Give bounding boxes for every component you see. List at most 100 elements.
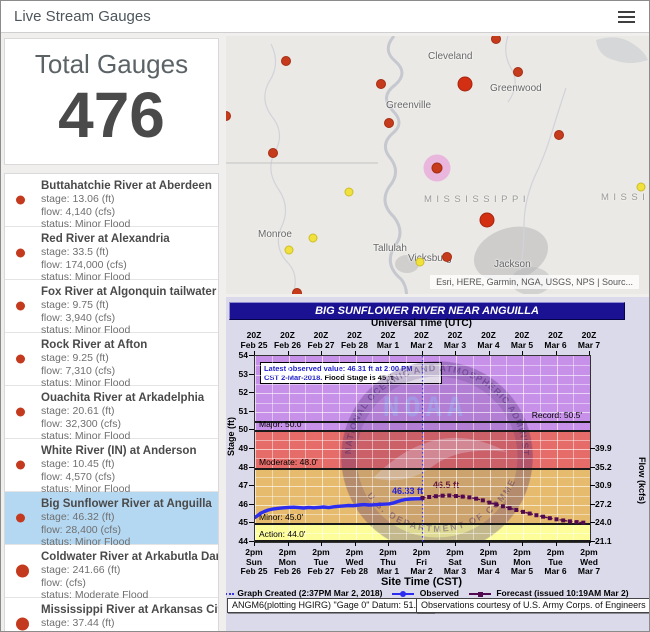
map-city-label: Greenwood xyxy=(490,83,542,94)
flow-tick-mark xyxy=(590,448,595,449)
observed-marker xyxy=(400,591,406,597)
stage-tick-label: 54 xyxy=(226,350,248,360)
list-item[interactable]: Fox River at Algonquin tailwaterstage: 9… xyxy=(5,280,218,333)
map-gauge-marker[interactable] xyxy=(513,67,523,77)
cst-tick-mark xyxy=(489,542,490,546)
list-item[interactable]: Mississippi River at Arkansas Citystage:… xyxy=(5,598,218,632)
stage-tick-mark xyxy=(249,411,254,412)
flow-tick-label: 21.1 xyxy=(595,536,612,546)
app-window: Live Stream Gauges Total Gauges 476 Butt… xyxy=(0,0,650,632)
stage-tick-mark xyxy=(249,448,254,449)
utc-tick-mark xyxy=(254,351,255,355)
map-gauge-marker[interactable] xyxy=(345,188,354,197)
legend-forecast-label: Forecast (issued 10:19AM Mar 2) xyxy=(494,588,629,598)
map-gauge-marker[interactable] xyxy=(384,118,394,128)
cst-tick-mark xyxy=(388,542,389,546)
stage-tick-mark xyxy=(249,429,254,430)
gauge-list[interactable]: Buttahatchie River at Aberdeenstage: 13.… xyxy=(4,173,219,632)
utc-tick-mark xyxy=(388,351,389,355)
gauge-name: Rock River at Afton xyxy=(41,339,212,352)
gauge-severity-dot xyxy=(16,565,29,578)
gauge-severity-dot xyxy=(16,355,25,364)
utc-tick-mark xyxy=(556,351,557,355)
total-gauges-label: Total Gauges xyxy=(5,49,218,80)
forecast-line-swatch xyxy=(469,590,491,598)
map-city-label: Monroe xyxy=(258,229,292,240)
utc-tick-date: Mar 7 xyxy=(569,340,609,350)
map-gauge-marker[interactable] xyxy=(637,183,646,192)
map-gauge-marker[interactable] xyxy=(281,56,291,66)
gauge-datum-note: ANGM6(plotting HGIRG) "Gage 0" Datum: 51… xyxy=(227,598,434,613)
chart-plot-area: Latest observed value: 46.31 ft at 2:00 … xyxy=(254,355,591,543)
map-gauge-marker[interactable] xyxy=(285,246,294,255)
gauge-stage: stage: 37.44 (ft) xyxy=(41,617,212,630)
utc-tick-mark xyxy=(355,351,356,355)
cst-axis-label: Site Time (CST) xyxy=(254,576,589,588)
gauge-name: White River (IN) at Anderson xyxy=(41,445,212,458)
map-attribution: Esri, HERE, Garmin, NGA, USGS, NPS | Sou… xyxy=(430,275,639,289)
list-item[interactable]: Ouachita River at Arkadelphiastage: 20.6… xyxy=(5,386,218,439)
utc-tick-hour: 20Z xyxy=(569,330,609,340)
map-gauge-marker[interactable] xyxy=(268,148,278,158)
map-gauge-marker[interactable] xyxy=(442,252,452,262)
list-item[interactable]: Big Sunflower River at Anguillastage: 46… xyxy=(5,492,218,545)
map-gauge-marker[interactable] xyxy=(376,79,386,89)
chart-legend: Graph Created (2:37PM Mar 2, 2018) Obser… xyxy=(254,588,589,598)
map-gauge-marker[interactable] xyxy=(458,77,473,92)
gauge-stage: stage: 241.66 (ft) xyxy=(41,564,212,577)
gauge-flow: flow: 4,140 (cfs) xyxy=(41,206,212,219)
stage-tick-label: 50 xyxy=(226,424,248,434)
gauge-stage: stage: 46.32 (ft) xyxy=(41,511,212,524)
chart-series-layer xyxy=(255,356,590,542)
stage-tick-label: 49 xyxy=(226,443,248,453)
hamburger-menu-icon[interactable] xyxy=(618,11,635,26)
map-city-label: Greenville xyxy=(386,100,431,111)
gauge-flow: flow: 4,570 (cfs) xyxy=(41,471,212,484)
stage-tick-mark xyxy=(249,485,254,486)
gauge-name: Mississippi River at Arkansas City xyxy=(41,604,212,617)
cst-tick-mark xyxy=(522,542,523,546)
stage-tick-label: 52 xyxy=(226,387,248,397)
gauge-severity-dot xyxy=(16,196,25,205)
flow-tick-mark xyxy=(590,541,595,542)
app-header: Live Stream Gauges xyxy=(1,1,649,33)
cst-tick-mark xyxy=(589,542,590,546)
utc-tick-mark xyxy=(422,351,423,355)
utc-tick-mark xyxy=(489,351,490,355)
grid-line-vertical xyxy=(590,356,591,542)
gauge-stage: stage: 33.5 (ft) xyxy=(41,246,212,259)
cst-tick-mark xyxy=(422,542,423,546)
map-panel[interactable]: MISSISSIPPI MISSISS Esri, HERE, Garmin, … xyxy=(226,36,650,294)
utc-axis-label: Universal Time (UTC) xyxy=(254,318,589,329)
map-gauge-marker[interactable] xyxy=(292,288,302,294)
flow-tick-mark xyxy=(590,522,595,523)
list-item[interactable]: Rock River at Aftonstage: 9.25 (ft)flow:… xyxy=(5,333,218,386)
cst-tick-date: Mar 7 xyxy=(569,566,609,576)
gauge-stage: stage: 20.61 (ft) xyxy=(41,405,212,418)
stage-tick-label: 48 xyxy=(226,462,248,472)
list-item[interactable]: Red River at Alexandriastage: 33.5 (ft)f… xyxy=(5,227,218,280)
map-gauge-marker[interactable] xyxy=(480,213,495,228)
list-item[interactable]: Buttahatchie River at Aberdeenstage: 13.… xyxy=(5,174,218,227)
legend-item-forecast: Forecast (issued 10:19AM Mar 2) xyxy=(469,588,629,598)
stage-tick-label: 51 xyxy=(226,406,248,416)
list-item[interactable]: Coldwater River at Arkabutla Damstage: 2… xyxy=(5,545,218,598)
gauge-name: Big Sunflower River at Anguilla xyxy=(41,498,212,511)
map-gauge-marker[interactable] xyxy=(554,130,564,140)
flow-tick-label: 39.9 xyxy=(595,443,612,453)
gauge-severity-dot xyxy=(16,461,25,470)
legend-created-label: Graph Created (2:37PM Mar 2, 2018) xyxy=(237,588,382,598)
cst-tick-mark xyxy=(288,542,289,546)
gauge-flow: flow: 7,310 (cfs) xyxy=(41,365,212,378)
map-gauge-marker-selected[interactable] xyxy=(432,163,443,174)
map-gauge-marker[interactable] xyxy=(309,234,318,243)
stage-tick-mark xyxy=(249,467,254,468)
utc-tick-mark xyxy=(455,351,456,355)
stage-tick-mark xyxy=(249,374,254,375)
gauge-name: Red River at Alexandria xyxy=(41,233,212,246)
flow-tick-label: 27.2 xyxy=(595,499,612,509)
gauge-severity-dot xyxy=(16,302,25,311)
gauge-stage: stage: 9.75 (ft) xyxy=(41,299,212,312)
map-gauge-marker[interactable] xyxy=(416,258,425,267)
list-item[interactable]: White River (IN) at Andersonstage: 10.45… xyxy=(5,439,218,492)
